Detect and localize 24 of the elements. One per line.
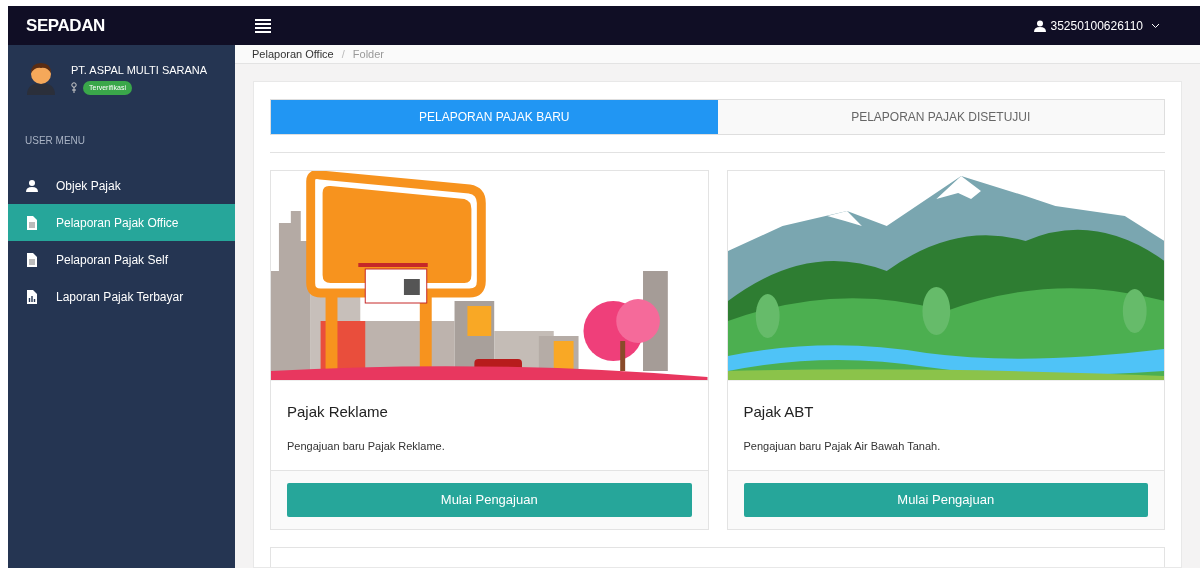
document-icon <box>25 215 39 230</box>
gender-icon <box>71 82 77 94</box>
breadcrumb-current: Folder <box>352 46 384 62</box>
document-icon <box>25 252 39 267</box>
user-icon <box>25 178 39 193</box>
sidebar-item[interactable]: Objek Pajak <box>8 167 235 204</box>
card-description: Pengajuan baru Pajak Air Bawah Tanah. <box>743 438 942 454</box>
card-description: Pengajuan baru Pajak Reklame. <box>287 438 446 454</box>
breadcrumb-link[interactable]: Pelaporan Office <box>252 45 334 63</box>
sidebar-item[interactable]: Pelaporan Pajak Self <box>8 241 235 278</box>
card-title: Pajak Reklame <box>287 402 389 422</box>
menu-icon[interactable] <box>255 18 271 33</box>
chart-document-icon <box>25 289 39 304</box>
tab[interactable]: PELAPORAN PAJAK DISETUJUI <box>717 100 1164 134</box>
sidebar-item[interactable]: Laporan Pajak Terbayar <box>8 278 235 315</box>
breadcrumb-separator: / <box>341 46 345 62</box>
app-logo: SEPADAN <box>26 15 105 35</box>
user-icon <box>1034 19 1047 32</box>
company-name: PT. ASPAL MULTI SARANA <box>71 63 208 78</box>
card-title: Pajak ABT <box>743 402 815 422</box>
menu-heading: USER MENU <box>24 134 86 148</box>
chevron-down-icon <box>1151 22 1160 29</box>
avatar-icon <box>25 61 57 95</box>
user-menu-button[interactable]: 35250100626110 <box>1034 16 1160 35</box>
